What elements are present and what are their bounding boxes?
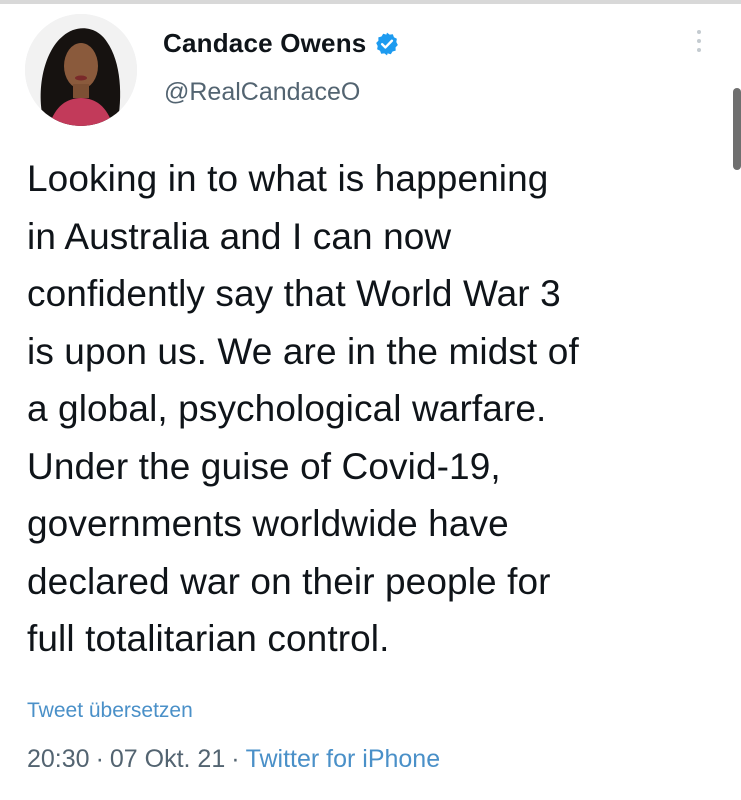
scrollbar[interactable] xyxy=(733,88,741,170)
tweet-text-line: Under the guise of Covid-19, xyxy=(27,445,501,487)
tweet-text-line: is upon us. We are in the midst of xyxy=(27,330,579,372)
meta-separator: · xyxy=(95,745,104,773)
meta-separator: · xyxy=(231,745,240,773)
profile-photo-icon xyxy=(25,14,137,126)
tweet-date[interactable]: 07 Okt. 21 xyxy=(110,745,225,773)
tweet-text-line: confidently say that World War 3 xyxy=(27,273,561,314)
avatar[interactable] xyxy=(25,14,137,126)
tweet-text-line: governments worldwide have xyxy=(27,503,509,544)
tweet-meta: 20:30 · 07 Okt. 21 · Twitter for iPhone xyxy=(27,745,440,774)
tweet-text-line: a global, psychological warfare. xyxy=(27,388,547,429)
verified-badge-icon xyxy=(374,31,400,57)
translate-tweet-link[interactable]: Tweet übersetzen xyxy=(27,699,193,723)
more-options-icon[interactable] xyxy=(693,30,705,60)
tweet-text-line: declared war on their people for xyxy=(27,560,551,602)
tweet-text-line: full totalitarian control. xyxy=(27,618,390,659)
tweet-text-line: Looking in to what is happening xyxy=(27,158,549,199)
author-display-name[interactable]: Candace Owens xyxy=(163,28,366,59)
tweet-time[interactable]: 20:30 xyxy=(27,745,90,773)
tweet-text-line: in Australia and I can now xyxy=(27,215,452,257)
top-divider xyxy=(0,0,741,4)
author-handle[interactable]: @RealCandaceO xyxy=(164,78,360,107)
tweet-source-link[interactable]: Twitter for iPhone xyxy=(246,745,441,773)
tweet-text: Looking in to what is happening in Austr… xyxy=(27,150,727,668)
